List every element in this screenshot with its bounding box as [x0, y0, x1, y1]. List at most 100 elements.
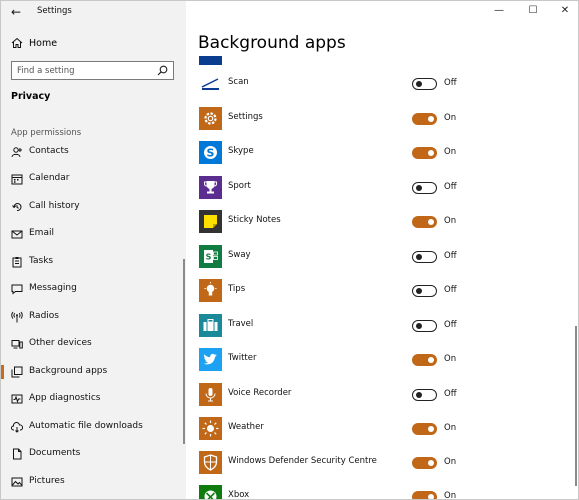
minimize-button[interactable]: — [490, 3, 508, 19]
minimize-icon: — [494, 5, 504, 16]
toggle-state: On [444, 491, 457, 500]
toggle-knob [427, 356, 434, 363]
sidebar-item-label: Pictures [29, 476, 65, 486]
sticky-notes-toggle[interactable] [412, 216, 437, 228]
tasks-icon [12, 257, 22, 268]
sidebar-item-app-diagnostics[interactable]: App diagnostics [1, 388, 181, 410]
back-arrow-icon: ← [10, 5, 22, 19]
radios-icon [11, 311, 23, 323]
sway-toggle[interactable] [412, 251, 437, 263]
twitter-toggle[interactable] [412, 354, 437, 366]
toggle-state: Off [444, 285, 457, 295]
weather-toggle[interactable] [412, 423, 437, 435]
app-row-windows-defender: Windows Defender Security Centre On [186, 449, 578, 477]
skype-toggle[interactable] [412, 147, 437, 159]
sidebar-item-tasks[interactable]: Tasks [1, 251, 181, 273]
app-row-voice-recorder: Voice Recorder Off [186, 381, 578, 409]
gear-icon [199, 107, 222, 130]
app-name: Settings [228, 112, 263, 122]
app-name: Scan [228, 77, 249, 87]
page-title: Background apps [198, 33, 346, 53]
contacts-icon [11, 147, 22, 158]
sidebar-item-radios[interactable]: Radios [1, 306, 181, 328]
sidebar-item-email[interactable]: Email [1, 223, 181, 245]
toggle-knob [427, 425, 434, 432]
documents-icon [13, 448, 22, 460]
app-row-skype: S Skype On [186, 139, 578, 167]
xbox-toggle[interactable] [412, 491, 437, 499]
scan-toggle[interactable] [412, 78, 437, 90]
call-history-icon [12, 203, 22, 212]
travel-toggle[interactable] [412, 320, 437, 332]
toggle-state: On [444, 147, 457, 157]
active-indicator [1, 365, 4, 379]
close-button[interactable]: ✕ [556, 3, 574, 19]
windows-defender-toggle[interactable] [412, 457, 437, 469]
app-row-sway: S Sway Off [186, 243, 578, 271]
home-icon [11, 37, 23, 48]
toggle-knob [415, 253, 422, 260]
sidebar-item-label: Email [29, 228, 54, 238]
voice-recorder-toggle[interactable] [412, 389, 437, 401]
toggle-state: Off [444, 251, 457, 261]
skype-icon: S [199, 141, 222, 164]
toggle-knob [415, 287, 422, 294]
toggle-knob [415, 391, 422, 398]
tips-toggle[interactable] [412, 285, 437, 297]
home-label: Home [29, 38, 58, 49]
sidebar-item-calendar[interactable]: Calendar [1, 168, 181, 190]
app-name: Twitter [228, 353, 257, 363]
back-button[interactable]: ← [7, 4, 25, 20]
sidebar-item-background-apps[interactable]: Background apps [1, 361, 181, 383]
sidebar-item-call-history[interactable]: Call history [1, 196, 181, 218]
app-name: Tips [228, 284, 246, 294]
search-input[interactable] [17, 64, 147, 77]
app-name: Xbox [228, 490, 250, 500]
app-name: Windows Defender Security Centre [228, 456, 377, 466]
twitter-bird-icon [199, 348, 222, 371]
app-tile [199, 56, 222, 65]
search-box[interactable] [11, 61, 174, 80]
app-name: Voice Recorder [228, 388, 292, 398]
settings-toggle[interactable] [412, 113, 437, 125]
app-title: Settings [37, 6, 72, 16]
sidebar-item-messaging[interactable]: Messaging [1, 278, 181, 300]
sidebar-item-label: Other devices [29, 338, 92, 348]
app-row-travel: Travel Off [186, 312, 578, 340]
lightbulb-icon [199, 279, 222, 302]
group-label: App permissions [11, 128, 82, 138]
close-icon: ✕ [560, 5, 570, 16]
sidebar-item-label: Contacts [29, 146, 69, 156]
toggle-knob [427, 218, 434, 225]
search-icon[interactable] [157, 65, 168, 76]
shield-icon [199, 451, 222, 474]
app-name: Sport [228, 181, 251, 191]
toggle-state: Off [444, 78, 457, 88]
app-row-sport: Sport Off [186, 174, 578, 202]
main-scrollbar[interactable] [575, 326, 577, 486]
maximize-icon: ☐ [528, 5, 538, 16]
sidebar-item-label: Calendar [29, 173, 70, 183]
xbox-icon [199, 485, 222, 499]
sidebar-scrollbar[interactable] [183, 259, 185, 444]
microphone-icon [199, 383, 222, 406]
sidebar-item-other-devices[interactable]: Other devices [1, 333, 181, 355]
sidebar-item-pictures[interactable]: Pictures [1, 471, 181, 493]
app-row-sticky-notes: Sticky Notes On [186, 208, 578, 236]
calendar-icon [11, 174, 23, 185]
window-controls: — ☐ ✕ [480, 1, 578, 23]
toggle-knob [415, 322, 422, 329]
sport-toggle[interactable] [412, 182, 437, 194]
sidebar-item-contacts[interactable]: Contacts [1, 141, 181, 163]
other-devices-icon [11, 340, 23, 349]
app-diagnostics-icon [11, 394, 23, 404]
section-title: Privacy [11, 91, 51, 102]
email-icon [11, 230, 23, 239]
sidebar-item-documents[interactable]: Documents [1, 443, 181, 465]
home-link[interactable]: Home [1, 34, 186, 54]
sidebar-item-label: Radios [29, 311, 59, 321]
sway-icon: S [199, 245, 222, 268]
sidebar-item-label: Documents [29, 448, 81, 458]
maximize-button[interactable]: ☐ [524, 3, 542, 19]
sidebar-item-automatic-file-downloads[interactable]: Automatic file downloads [1, 416, 181, 438]
